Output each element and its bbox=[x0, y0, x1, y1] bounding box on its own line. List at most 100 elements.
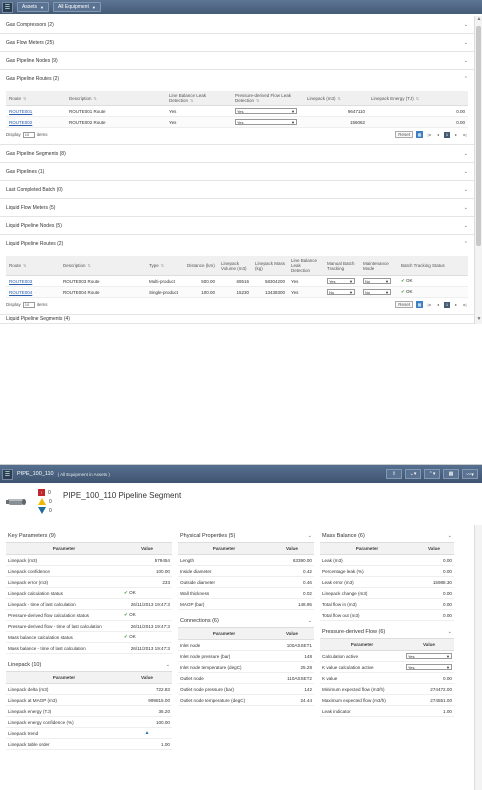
panel-header[interactable]: Linepack (10) ⌄ bbox=[6, 658, 172, 672]
panel-header[interactable]: Connections (6) ⌄ bbox=[178, 614, 314, 628]
trend-icon[interactable]: 〰▾ bbox=[462, 469, 478, 479]
grid-icon[interactable]: ▦ bbox=[443, 469, 459, 479]
route-link[interactable]: ROUTE001 bbox=[9, 109, 32, 114]
section-last-completed-batch[interactable]: Last Completed Batch (0) ⌄ bbox=[0, 181, 474, 199]
volume-value: 69516 bbox=[218, 275, 252, 287]
scroll-thumb[interactable] bbox=[476, 26, 481, 246]
chevron-down-icon: ⌄ bbox=[447, 532, 452, 539]
column-header[interactable]: Linepack Mass (kg) bbox=[252, 256, 288, 276]
segment-toolbar: ☰ PIPE_100_110 ( All Equipment in Assets… bbox=[0, 465, 482, 483]
panel-header[interactable]: Physical Properties (5) ⌄ bbox=[178, 529, 314, 543]
scroll-down-icon[interactable]: ▼ bbox=[475, 316, 482, 324]
section-liquid-pipeline-nodes[interactable]: Liquid Pipeline Nodes (5) ⌄ bbox=[0, 217, 474, 235]
page-size-select[interactable]: 10 bbox=[22, 131, 35, 138]
maintenance-select[interactable]: No ▼ bbox=[363, 289, 391, 295]
chevron-down-icon[interactable]: ⌄ bbox=[464, 40, 468, 46]
column-header[interactable]: Description ⇅ bbox=[66, 91, 166, 106]
column-header[interactable]: Maintenance Mode bbox=[360, 256, 398, 276]
column-header[interactable]: Route ⇅ bbox=[6, 91, 66, 106]
status-value: OK bbox=[406, 278, 413, 283]
table-row: Percentage leak (%) 0.00 bbox=[320, 565, 454, 577]
route-description: ROUTE002 Route bbox=[66, 116, 166, 128]
column-header[interactable]: Distance (km) bbox=[184, 256, 218, 276]
maintenance-select[interactable]: No ▼ bbox=[363, 278, 391, 284]
column-header[interactable]: Linepack (m3) ⇅ bbox=[304, 91, 368, 106]
column-header[interactable]: Route ⇅ bbox=[6, 256, 60, 276]
chevron-down-icon[interactable]: ⌄▾ bbox=[405, 469, 421, 479]
chevron-up-icon[interactable]: ⌃▾ bbox=[424, 469, 440, 479]
scroll-up-icon[interactable]: ▲ bbox=[475, 16, 482, 24]
section-gas-flow-meters[interactable]: Gas Flow Meters (25) ⌄ bbox=[0, 34, 474, 52]
display-label: Display bbox=[6, 302, 21, 307]
equipment-filter-button[interactable]: All Equipment ▼ bbox=[52, 2, 101, 12]
page-title: PIPE_100_110 Pipeline Segment bbox=[63, 491, 182, 500]
manual-batch-select[interactable]: No ▼ bbox=[327, 289, 355, 295]
share-icon[interactable]: ⇪ bbox=[386, 469, 402, 479]
table-row[interactable]: ROUTE003 ROUTE003 Route Multi-product 50… bbox=[6, 275, 468, 287]
prev-page-button[interactable]: ◂ bbox=[435, 302, 441, 308]
column-header[interactable]: Line Balance Leak Detection bbox=[288, 256, 324, 276]
pdfld-select[interactable]: Yes ▼ bbox=[235, 119, 297, 125]
table-row[interactable]: ROUTE004 ROUTE004 Route Single-product 1… bbox=[6, 286, 468, 298]
last-page-button[interactable]: ▸| bbox=[462, 132, 468, 138]
section-header[interactable]: Liquid Pipeline Routes (2) ⌃ bbox=[0, 235, 474, 252]
route-link[interactable]: ROUTE004 bbox=[9, 290, 32, 295]
last-page-button[interactable]: ▸| bbox=[462, 302, 468, 308]
chevron-down-icon: ▼ bbox=[446, 653, 450, 659]
page-number[interactable]: 1 bbox=[444, 301, 450, 308]
chevron-down-icon[interactable]: ⌄ bbox=[464, 223, 468, 229]
panel-header[interactable]: Mass Balance (6) ⌄ bbox=[320, 529, 454, 543]
vertical-scrollbar[interactable] bbox=[474, 525, 482, 790]
chevron-up-icon[interactable]: ⌃ bbox=[464, 241, 468, 247]
first-page-button[interactable]: |◂ bbox=[426, 132, 432, 138]
route-link[interactable]: ROUTE003 bbox=[9, 279, 32, 284]
prev-page-button[interactable]: ◂ bbox=[435, 132, 441, 138]
table-row[interactable]: ROUTE001 ROUTE001 Route Yes Yes ▼ 9647110… bbox=[6, 105, 468, 117]
column-header[interactable]: Linepack Energy (TJ) ⇅ bbox=[368, 91, 468, 106]
page-size-select[interactable]: 10 bbox=[22, 301, 35, 308]
column-header[interactable]: Linepack Volume (m3) bbox=[218, 256, 252, 276]
section-liquid-pipeline-segments[interactable]: Liquid Pipeline Segments (4) bbox=[0, 315, 474, 324]
section-liquid-flow-meters[interactable]: Liquid Flow Meters (5) ⌄ bbox=[0, 199, 474, 217]
column-header[interactable]: Manual Batch Tracking bbox=[324, 256, 360, 276]
section-gas-pipelines[interactable]: Gas Pipelines (1) ⌄ bbox=[0, 163, 474, 181]
app-icon[interactable]: ☰ bbox=[2, 1, 13, 13]
section-gas-compressors[interactable]: Gas Compressors (2) ⌄ bbox=[0, 16, 474, 34]
reset-button[interactable]: Reset bbox=[395, 131, 413, 138]
section-gas-pipeline-segments[interactable]: Gas Pipeline Segments (8) ⌄ bbox=[0, 145, 474, 163]
section-header[interactable]: Gas Pipeline Routes (2) ⌃ bbox=[0, 70, 474, 87]
pdfld-select[interactable]: Yes ▼ bbox=[235, 108, 297, 114]
key-parameters-table: Parameter Value Linepack (m3) 579454 Linep… bbox=[6, 543, 172, 654]
column-header[interactable]: Description ⇅ bbox=[60, 256, 146, 276]
chevron-down-icon[interactable]: ⌄ bbox=[464, 187, 468, 193]
chevron-up-icon[interactable]: ⌃ bbox=[464, 76, 468, 82]
chevron-down-icon[interactable]: ⌄ bbox=[464, 205, 468, 211]
column-header[interactable]: Batch Tracking Status bbox=[398, 256, 468, 276]
section-gas-pipeline-nodes[interactable]: Gas Pipeline Nodes (9) ⌄ bbox=[0, 52, 474, 70]
manual-batch-select[interactable]: Yes ▼ bbox=[327, 278, 355, 284]
vertical-scrollbar[interactable]: ▲ ▼ bbox=[474, 16, 482, 324]
column-header[interactable]: Type ⇅ bbox=[146, 256, 184, 276]
liquid-routes-pager: Display 10 items Reset ▦ |◂ ◂ 1 ▸ ▸| bbox=[6, 301, 468, 308]
next-page-button[interactable]: ▸ bbox=[453, 132, 459, 138]
column-header[interactable]: Line Balance Leak Detection ⇅ bbox=[166, 91, 232, 106]
page-number[interactable]: 1 bbox=[444, 131, 450, 138]
next-page-button[interactable]: ▸ bbox=[453, 302, 459, 308]
assets-menu-button[interactable]: Assets ▼ bbox=[17, 2, 49, 12]
k-value-active-select[interactable]: Yes ▼ bbox=[406, 664, 452, 670]
first-page-button[interactable]: |◂ bbox=[426, 302, 432, 308]
chevron-down-icon[interactable]: ⌄ bbox=[464, 58, 468, 64]
linepack-table: Parameter Value Linepack delta (m3) 722.83… bbox=[6, 672, 172, 750]
panel-header[interactable]: Pressure-derived Flow (6) ⌄ bbox=[320, 625, 454, 639]
chevron-down-icon[interactable]: ⌄ bbox=[464, 22, 468, 28]
calculation-active-select[interactable]: Yes ▼ bbox=[406, 653, 452, 659]
app-icon[interactable]: ☰ bbox=[2, 468, 13, 480]
table-row[interactable]: ROUTE002 ROUTE002 Route Yes Yes ▼ 156062 … bbox=[6, 116, 468, 128]
excel-export-icon[interactable]: ▦ bbox=[416, 301, 423, 308]
chevron-down-icon[interactable]: ⌄ bbox=[464, 151, 468, 157]
chevron-down-icon[interactable]: ⌄ bbox=[464, 169, 468, 175]
column-header[interactable]: Pressure-derived Flow Leak Detection ⇅ bbox=[232, 91, 304, 106]
route-link[interactable]: ROUTE002 bbox=[9, 120, 32, 125]
reset-button[interactable]: Reset bbox=[395, 301, 413, 308]
excel-export-icon[interactable]: ▦ bbox=[416, 131, 423, 138]
